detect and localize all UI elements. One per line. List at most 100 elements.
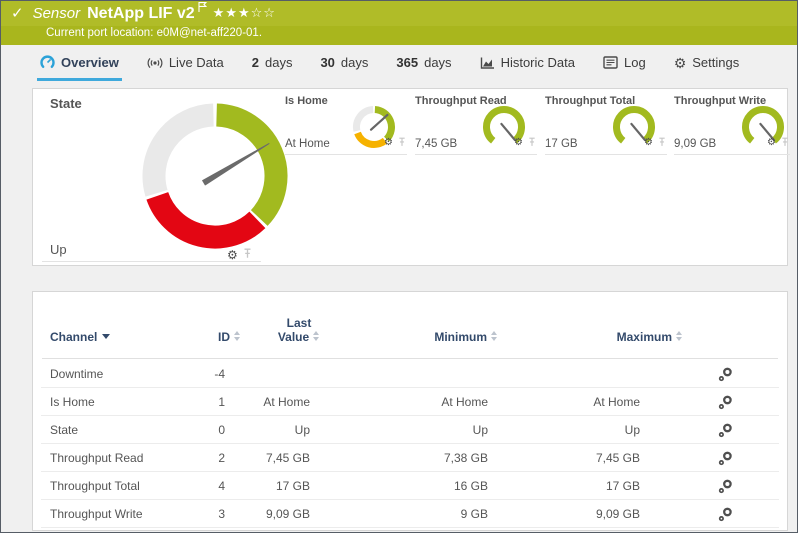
cell-id: 3 xyxy=(163,500,225,528)
sort-icon xyxy=(676,331,683,341)
tab-log[interactable]: Log xyxy=(600,47,649,81)
tab-label: Live Data xyxy=(169,55,224,70)
gauge-settings-gear-icon[interactable]: ⚙ xyxy=(227,249,238,261)
status-check-icon: ✓ xyxy=(11,4,24,22)
main-gauge-value: Up xyxy=(50,242,67,257)
tab-label: Overview xyxy=(61,55,119,70)
mini-gauge-value: 7,45 GB xyxy=(415,138,457,150)
flag-icon[interactable] xyxy=(198,0,207,18)
cell-minimum: Up xyxy=(373,416,488,444)
tab-label: Log xyxy=(624,55,646,70)
channels-table-panel: Channel ID LastValue Minimum Maximum Dow… xyxy=(32,291,788,531)
column-header-label: Value xyxy=(278,330,309,344)
prtg-sensor-page: ✓ Sensor NetApp LIF v2 ★★★☆☆ Current por… xyxy=(0,0,798,533)
divider xyxy=(42,261,261,262)
gauge-icon xyxy=(40,55,55,70)
tab-historic-data[interactable]: Historic Data xyxy=(477,47,578,81)
mini-gauge-value: 17 GB xyxy=(545,138,578,150)
cell-last-value: At Home xyxy=(233,388,310,416)
edit-channel-icon[interactable] xyxy=(713,388,737,416)
tab-number: 365 xyxy=(396,55,418,70)
pin-icon[interactable] xyxy=(528,134,536,152)
mini-gauge-is-home: Is Home At Home ⚙ xyxy=(285,95,407,155)
sort-icon xyxy=(313,331,320,341)
cell-id: -4 xyxy=(163,360,225,388)
mini-gauge-value: 9,09 GB xyxy=(674,138,716,150)
cell-minimum: At Home xyxy=(373,388,488,416)
sensor-kind-label: Sensor xyxy=(33,5,81,22)
tab-number: 2 xyxy=(252,55,259,70)
cell-minimum: 9 GB xyxy=(373,500,488,528)
table-row-throughput-read: Throughput Read 2 7,45 GB 7,38 GB 7,45 G… xyxy=(41,444,779,472)
gauge-settings-gear-icon[interactable]: ⚙ xyxy=(767,138,776,148)
tab-365-days[interactable]: 365 days xyxy=(393,47,454,81)
column-header-channel[interactable]: Channel xyxy=(50,330,110,344)
divider xyxy=(42,358,778,359)
sensor-message: Current port location: e0M@net-aff220-01… xyxy=(46,27,262,39)
cell-maximum: At Home xyxy=(523,388,640,416)
column-header-id[interactable]: ID xyxy=(153,330,241,344)
mini-gauge-value: At Home xyxy=(285,138,330,150)
cell-channel: Throughput Total xyxy=(50,472,140,500)
gauge-settings-gear-icon[interactable]: ⚙ xyxy=(644,138,653,148)
table-row-state: State 0 Up Up Up xyxy=(41,416,779,444)
chart-icon xyxy=(480,56,495,70)
gauge-settings-gear-icon[interactable]: ⚙ xyxy=(514,138,523,148)
tab-label: days xyxy=(424,55,451,70)
column-header-maximum[interactable]: Maximum xyxy=(543,330,683,344)
tab-2-days[interactable]: 2 days xyxy=(249,47,296,81)
edit-channel-icon[interactable] xyxy=(713,416,737,444)
tab-label: Settings xyxy=(692,55,739,70)
cell-id: 1 xyxy=(163,388,225,416)
cell-minimum: 16 GB xyxy=(373,472,488,500)
cell-id: 2 xyxy=(163,444,225,472)
tab-live-data[interactable]: Live Data xyxy=(144,47,227,81)
tab-30-days[interactable]: 30 days xyxy=(317,47,371,81)
tab-overview[interactable]: Overview xyxy=(37,47,122,81)
gauges-panel: State Up ⚙ Is Home At Home ⚙ xyxy=(32,88,788,266)
column-header-last-value[interactable]: LastValue xyxy=(258,316,340,344)
edit-channel-icon[interactable] xyxy=(713,500,737,528)
pin-icon[interactable] xyxy=(781,134,789,152)
edit-channel-icon[interactable] xyxy=(713,360,737,388)
tab-label: days xyxy=(341,55,368,70)
priority-stars[interactable]: ★★★☆☆ xyxy=(213,5,276,21)
table-row-throughput-write: Throughput Write 3 9,09 GB 9 GB 9,09 GB xyxy=(41,500,779,528)
log-icon xyxy=(603,56,618,69)
pin-icon[interactable] xyxy=(658,134,666,152)
cell-last-value: Up xyxy=(233,416,310,444)
table-row-downtime: Downtime -4 xyxy=(41,360,779,388)
edit-channel-icon[interactable] xyxy=(713,444,737,472)
mini-gauge-throughput-read: Throughput Read 7,45 GB ⚙ xyxy=(415,95,537,155)
edit-channel-icon[interactable] xyxy=(713,472,737,500)
column-header-label: Minimum xyxy=(434,330,487,344)
cell-last-value: 7,45 GB xyxy=(233,444,310,472)
gauge-settings-gear-icon[interactable]: ⚙ xyxy=(384,138,393,148)
column-header-label: Maximum xyxy=(617,330,672,344)
column-header-minimum[interactable]: Minimum xyxy=(373,330,498,344)
cell-channel: State xyxy=(50,416,78,444)
cell-channel: Downtime xyxy=(50,360,103,388)
tab-label: days xyxy=(265,55,292,70)
cell-id: 0 xyxy=(163,416,225,444)
cell-channel: Throughput Read xyxy=(50,444,143,472)
table-row-is-home: Is Home 1 At Home At Home At Home xyxy=(41,388,779,416)
tab-settings[interactable]: ⚙ Settings xyxy=(671,47,743,81)
cell-channel: Is Home xyxy=(50,388,95,416)
gauge-needle xyxy=(203,144,269,185)
cell-minimum: 7,38 GB xyxy=(373,444,488,472)
cell-maximum: 7,45 GB xyxy=(523,444,640,472)
cell-last-value: 17 GB xyxy=(233,472,310,500)
page-title: NetApp LIF v2 xyxy=(87,5,195,23)
cell-id: 4 xyxy=(163,472,225,500)
state-gauge xyxy=(141,102,289,250)
sort-icon xyxy=(234,331,241,341)
column-header-label: ID xyxy=(218,330,230,344)
table-row-throughput-total: Throughput Total 4 17 GB 16 GB 17 GB xyxy=(41,472,779,500)
cell-last-value: 9,09 GB xyxy=(233,500,310,528)
mini-gauge-throughput-write: Throughput Write 9,09 GB ⚙ xyxy=(674,95,790,155)
broadcast-icon xyxy=(147,56,163,70)
pin-icon[interactable] xyxy=(398,134,406,152)
channels-table: Downtime -4 Is Home 1 At Home At Home At… xyxy=(41,360,779,528)
cell-maximum: Up xyxy=(523,416,640,444)
